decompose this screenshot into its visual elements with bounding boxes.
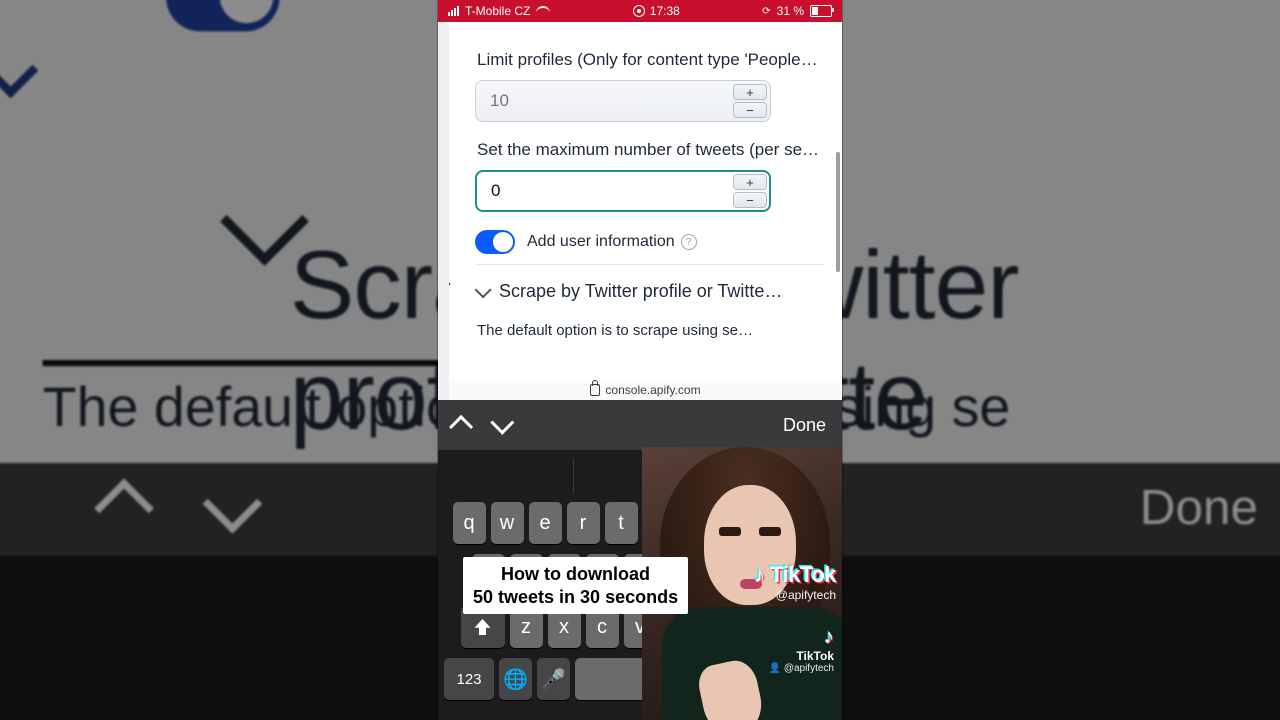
key-t[interactable]: t bbox=[605, 502, 638, 544]
limit-profiles-input[interactable] bbox=[475, 80, 771, 122]
collapse-sidebar-chevron-icon[interactable] bbox=[440, 276, 449, 292]
screen-record-icon bbox=[633, 5, 645, 17]
clock-label: 17:38 bbox=[650, 4, 680, 18]
key-r[interactable]: r bbox=[567, 502, 600, 544]
web-page[interactable]: Limit profiles (Only for content type 'P… bbox=[438, 22, 842, 400]
help-icon[interactable]: ? bbox=[681, 234, 697, 250]
bg-toggle bbox=[166, 0, 279, 31]
video-caption: How to download 50 tweets in 30 seconds bbox=[463, 557, 688, 614]
bg-chevron-small bbox=[0, 43, 38, 98]
tiktok-handle: @apifytech bbox=[754, 588, 836, 602]
scrape-section-header[interactable]: Scrape by Twitter profile or Twitte… bbox=[475, 264, 824, 304]
max-tweets-label: Set the maximum number of tweets (per se… bbox=[477, 140, 822, 160]
keyboard-accessory: Done bbox=[438, 400, 842, 450]
limit-profiles-increment[interactable]: + bbox=[733, 84, 767, 100]
numeric-mode-key[interactable]: 123 bbox=[444, 658, 494, 700]
keyboard-done-button[interactable]: Done bbox=[783, 415, 826, 436]
battery-pct: 31 % bbox=[777, 4, 804, 18]
browser-address[interactable]: console.apify.com bbox=[449, 380, 842, 400]
bg-done: Done bbox=[1140, 479, 1258, 536]
limit-profiles-decrement[interactable]: − bbox=[733, 102, 767, 118]
tiktok-watermark-secondary: ♪ TikTok 👤 @apifytech bbox=[769, 626, 834, 674]
lock-icon bbox=[590, 384, 600, 396]
battery-icon bbox=[810, 5, 832, 17]
scrape-section-desc: The default option is to scrape using se… bbox=[477, 322, 822, 339]
dictation-key[interactable]: 🎤 bbox=[537, 658, 570, 700]
key-w[interactable]: w bbox=[491, 502, 524, 544]
phone-frame: T-Mobile CZ 17:38 ⟳ 31 % Limit profiles … bbox=[438, 0, 842, 720]
scroll-indicator[interactable] bbox=[836, 152, 840, 272]
limit-profiles-label: Limit profiles (Only for content type 'P… bbox=[477, 50, 822, 70]
chevron-down-icon bbox=[475, 281, 492, 298]
browser-host: console.apify.com bbox=[605, 383, 700, 397]
software-keyboard: qwertyuiop asdfghjkl zxcvbnm 123 🌐 🎤 spa… bbox=[438, 450, 842, 720]
max-tweets-input[interactable] bbox=[475, 170, 771, 212]
tiktok-note-icon-2: ♪ bbox=[769, 626, 834, 649]
add-user-info-label: Add user information bbox=[527, 233, 675, 251]
next-field-arrow-icon[interactable] bbox=[490, 410, 514, 434]
max-tweets-decrement[interactable]: − bbox=[733, 192, 767, 208]
tiktok-brand: TikTok bbox=[770, 562, 836, 587]
carrier-label: T-Mobile CZ bbox=[465, 4, 530, 18]
caption-line-2: 50 tweets in 30 seconds bbox=[473, 586, 678, 609]
caption-line-1: How to download bbox=[473, 563, 678, 586]
cellular-signal-icon bbox=[448, 6, 459, 16]
key-q[interactable]: q bbox=[453, 502, 486, 544]
tiktok-brand-2: TikTok bbox=[769, 649, 834, 663]
prev-field-arrow-icon[interactable] bbox=[449, 414, 473, 438]
key-e[interactable]: e bbox=[529, 502, 562, 544]
add-user-info-toggle[interactable] bbox=[475, 230, 515, 254]
max-tweets-increment[interactable]: + bbox=[733, 174, 767, 190]
shift-icon bbox=[475, 619, 491, 635]
scrape-section-title: Scrape by Twitter profile or Twitte… bbox=[499, 281, 782, 302]
tiktok-handle-2: 👤 @apifytech bbox=[769, 663, 834, 674]
tiktok-watermark: ♪ TikTok @apifytech bbox=[754, 562, 836, 602]
status-bar: T-Mobile CZ 17:38 ⟳ 31 % bbox=[438, 0, 842, 22]
wifi-icon bbox=[536, 6, 550, 16]
tiktok-note-icon: ♪ bbox=[754, 562, 765, 587]
globe-key[interactable]: 🌐 bbox=[499, 658, 532, 700]
